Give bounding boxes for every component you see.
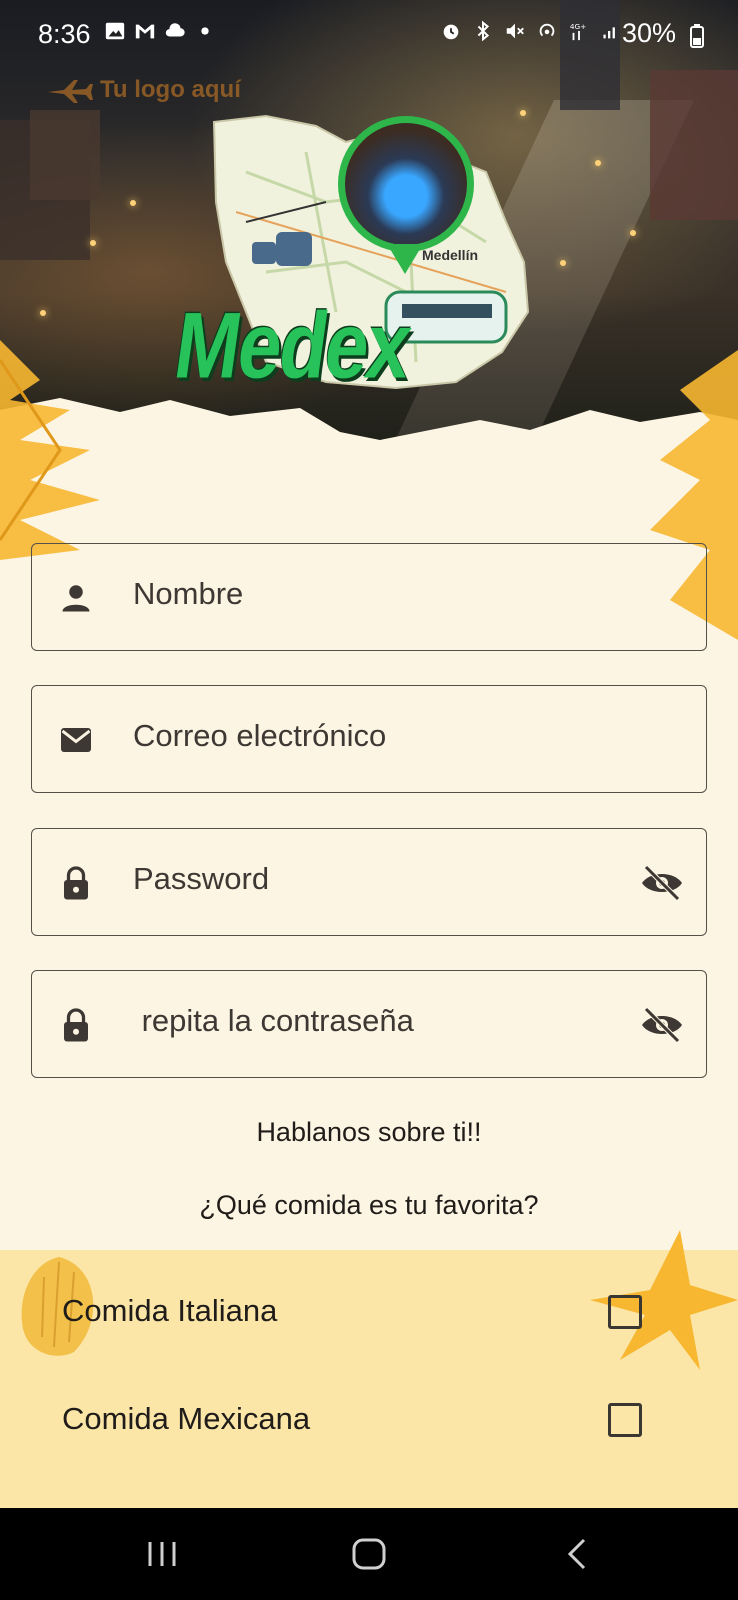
italian-checkbox[interactable] xyxy=(608,1295,642,1329)
food-option-mexican[interactable]: Comida Mexicana xyxy=(62,1395,662,1445)
logo-placeholder-text: Tu logo aquí xyxy=(100,76,241,103)
street-light xyxy=(90,240,96,246)
name-field[interactable]: Nombre xyxy=(31,543,707,651)
status-bar: 8:36 4G+ 30% xyxy=(0,0,738,70)
airplane-icon xyxy=(48,80,93,103)
street-light xyxy=(630,230,636,236)
about-heading: Hablanos sobre ti!! xyxy=(256,1117,482,1147)
street-light xyxy=(560,260,566,266)
email-field[interactable]: Correo electrónico xyxy=(31,685,707,793)
recent-apps-icon[interactable] xyxy=(102,1508,222,1600)
home-icon[interactable] xyxy=(309,1508,429,1600)
person-icon xyxy=(62,585,90,612)
clock: 8:36 xyxy=(38,19,91,49)
brand-logo-text: Medex xyxy=(168,292,417,398)
gmail-icon xyxy=(135,24,155,39)
food-question: ¿Qué comida es tu favorita? xyxy=(199,1190,539,1220)
street-light xyxy=(130,200,136,206)
battery-icon xyxy=(690,24,704,48)
repeat-password-field[interactable]: repita la contraseña xyxy=(31,970,707,1078)
email-placeholder: Correo electrónico xyxy=(133,718,387,753)
building xyxy=(650,70,738,220)
alarm-icon xyxy=(443,24,459,40)
cable-car-icon xyxy=(252,242,276,264)
lock-icon xyxy=(64,1008,88,1042)
street-light xyxy=(595,160,601,166)
hotspot-icon xyxy=(539,23,555,37)
food-option-label: Comida Italiana xyxy=(62,1293,278,1328)
svg-text:4G+: 4G+ xyxy=(570,22,586,31)
location-pin-pool-photo xyxy=(338,116,474,252)
visibility-off-icon[interactable] xyxy=(640,865,684,901)
cloud-icon xyxy=(165,23,185,37)
battery-level: 30% xyxy=(622,18,677,48)
food-option-label: Comida Mexicana xyxy=(62,1401,311,1436)
signal-icon xyxy=(603,27,615,39)
email-icon xyxy=(61,728,91,752)
visibility-off-icon[interactable] xyxy=(640,1007,684,1043)
bluetooth-icon xyxy=(477,20,490,42)
location-pin-tip xyxy=(387,244,423,274)
map-city-label: Medellín xyxy=(422,247,478,263)
password-field[interactable]: Password xyxy=(31,828,707,936)
logo-placeholder: Tu logo aquí xyxy=(46,76,241,104)
dot-icon xyxy=(201,27,209,35)
back-icon[interactable] xyxy=(516,1508,636,1600)
network-4g-icon: 4G+ xyxy=(570,22,586,41)
password-placeholder: Password xyxy=(133,861,270,896)
repeat-password-placeholder: repita la contraseña xyxy=(133,1003,414,1038)
food-option-italian[interactable]: Comida Italiana xyxy=(62,1287,662,1337)
gallery-icon xyxy=(105,22,125,40)
lock-icon xyxy=(64,866,88,900)
mexican-checkbox[interactable] xyxy=(608,1403,642,1437)
system-navigation-bar xyxy=(0,1508,738,1600)
building xyxy=(30,110,100,200)
name-placeholder: Nombre xyxy=(133,576,244,611)
cable-car-icon xyxy=(276,232,312,266)
mute-icon xyxy=(506,23,524,39)
